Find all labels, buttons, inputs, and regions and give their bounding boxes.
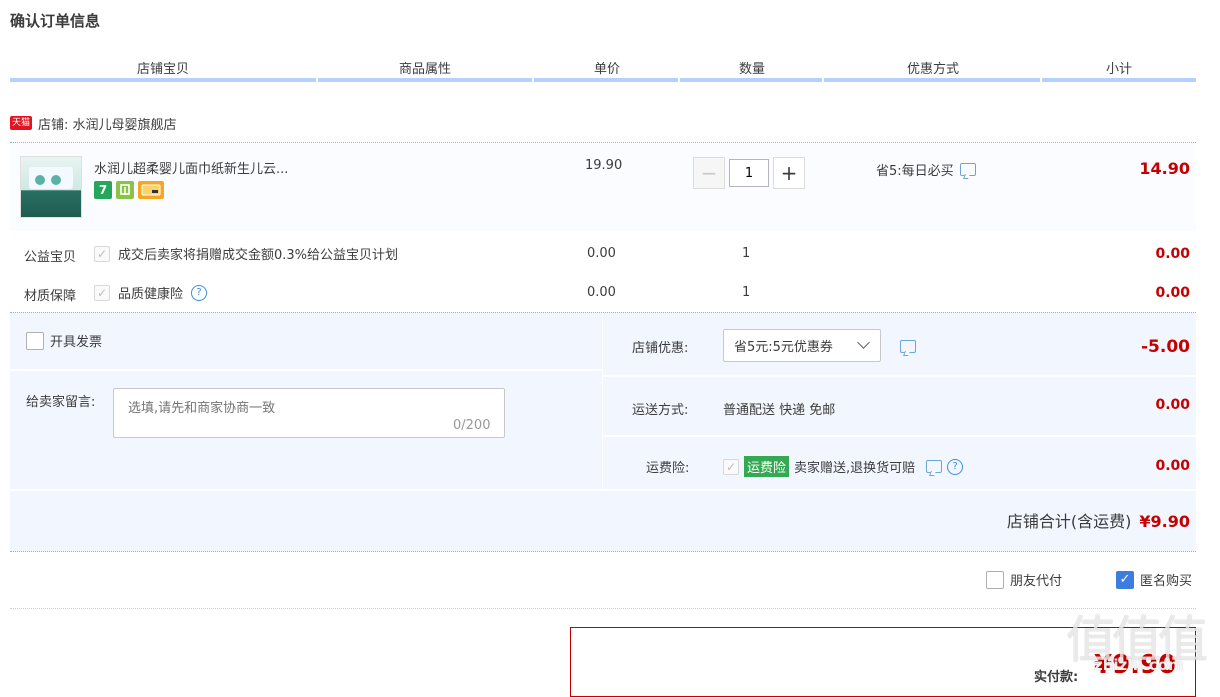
- help-icon[interactable]: ?: [947, 458, 964, 475]
- quantity-increase-button[interactable]: +: [773, 157, 805, 189]
- service-label: 材质保障: [24, 289, 77, 304]
- coupon-select[interactable]: 省5元:5元优惠券: [723, 329, 881, 362]
- quantity-stepper: − +: [693, 157, 805, 189]
- insurance-checkbox[interactable]: ✓: [94, 284, 110, 301]
- service-text: 成交后卖家将捐赠成交金额0.3%给公益宝贝计划: [118, 248, 399, 263]
- invoice-option[interactable]: 开具发票: [26, 331, 102, 350]
- chevron-down-icon: [857, 336, 870, 349]
- friend-pay-checkbox[interactable]: [986, 570, 1004, 589]
- item-promotion: 省5:每日必买: [876, 160, 976, 179]
- charity-checkbox[interactable]: ✓: [94, 245, 110, 262]
- watermark-url: zhizhi.com: [1094, 656, 1184, 674]
- insurance-amount: 0.00: [1155, 458, 1190, 474]
- col-shop-item: 店铺宝贝: [136, 62, 189, 77]
- shipping-amount: 0.00: [1155, 397, 1190, 413]
- product-badges: 7: [94, 181, 164, 199]
- anonymous-option[interactable]: ✓ 匿名购买: [1116, 570, 1192, 589]
- anonymous-label: 匿名购买: [1140, 574, 1193, 589]
- shop-total-label: 店铺合计(含运费): [1006, 512, 1132, 531]
- shipping-label: 运送方式:: [632, 403, 689, 418]
- shop-total: 店铺合计(含运费) ¥9.90: [1007, 508, 1190, 532]
- service-subtotal: 0.00: [1155, 285, 1190, 301]
- service-price: 0.00: [587, 246, 616, 261]
- insurance-text: 卖家赠送,退换货可赔: [794, 461, 916, 476]
- credit-card-icon[interactable]: [138, 181, 164, 199]
- friend-pay-label: 朋友代付: [1010, 574, 1063, 589]
- promotion-text: 省5:每日必买: [876, 164, 954, 179]
- invoice-label: 开具发票: [50, 335, 103, 350]
- insurance-option: ✓ 运费险 卖家赠送,退换货可赔 ?: [723, 456, 964, 477]
- service-label: 公益宝贝: [24, 250, 77, 265]
- seller-message-box: [113, 388, 505, 438]
- item-row: [10, 142, 1196, 231]
- seven-day-return-icon[interactable]: 7: [94, 181, 112, 199]
- message-label: 给卖家留言:: [26, 395, 96, 410]
- product-thumbnail[interactable]: [20, 156, 82, 218]
- quantity-input[interactable]: [729, 159, 769, 187]
- service-subtotal: 0.00: [1155, 246, 1190, 262]
- invoice-checkbox[interactable]: [26, 331, 44, 350]
- col-attributes: 商品属性: [398, 62, 451, 77]
- shop-discount-amount: -5.00: [1141, 337, 1190, 357]
- shop-row: 天猫 店铺: 水润儿母婴旗舰店: [10, 114, 177, 133]
- col-quantity: 数量: [738, 62, 765, 77]
- comment-icon[interactable]: [959, 163, 976, 176]
- service-price: 0.00: [587, 285, 616, 300]
- insurance-tag: 运费险: [744, 456, 790, 477]
- product-name-link[interactable]: 水润儿超柔婴儿面巾纸新生儿云...: [94, 158, 334, 177]
- shop-name-link[interactable]: 店铺: 水润儿母婴旗舰店: [38, 114, 177, 133]
- divider: [10, 608, 1196, 609]
- shop-discount-label: 店铺优惠:: [632, 341, 689, 356]
- guarantee-icon[interactable]: [116, 181, 134, 199]
- insurance-label: 运费险:: [646, 461, 690, 476]
- seller-message-input[interactable]: [114, 389, 504, 437]
- col-subtotal: 小计: [1105, 62, 1132, 77]
- anonymous-checkbox[interactable]: ✓: [1116, 570, 1134, 589]
- table-header: 店铺宝贝 商品属性 单价 数量 优惠方式 小计: [10, 58, 1196, 78]
- page-title: 确认订单信息: [10, 12, 101, 30]
- service-qty: 1: [742, 285, 751, 300]
- service-row: 材质保障 ✓ 品质健康险 ? 0.00 1 0.00: [10, 273, 1196, 313]
- help-icon[interactable]: ?: [191, 284, 208, 301]
- friend-pay-option[interactable]: 朋友代付: [986, 570, 1062, 589]
- shop-total-amount: ¥9.90: [1139, 512, 1190, 531]
- comment-icon[interactable]: [900, 340, 916, 353]
- unit-price: 19.90: [585, 158, 623, 173]
- col-discount: 优惠方式: [906, 62, 959, 77]
- service-text: 品质健康险: [118, 287, 184, 302]
- header-bar: [10, 78, 1196, 82]
- shipping-insurance-checkbox[interactable]: ✓: [723, 458, 739, 475]
- service-row: 公益宝贝 ✓ 成交后卖家将捐赠成交金额0.3%给公益宝贝计划 0.00 1 0.…: [10, 234, 1196, 274]
- tmall-badge: 天猫: [10, 116, 33, 130]
- quantity-decrease-button[interactable]: −: [693, 157, 725, 189]
- message-counter: 0/200: [453, 418, 491, 433]
- col-unit-price: 单价: [593, 62, 620, 77]
- item-subtotal: 14.90: [1139, 159, 1190, 178]
- comment-icon[interactable]: [926, 460, 943, 473]
- coupon-selected-value: 省5元:5元优惠券: [734, 340, 833, 355]
- service-qty: 1: [742, 246, 751, 261]
- shipping-value: 普通配送 快递 免邮: [723, 403, 836, 418]
